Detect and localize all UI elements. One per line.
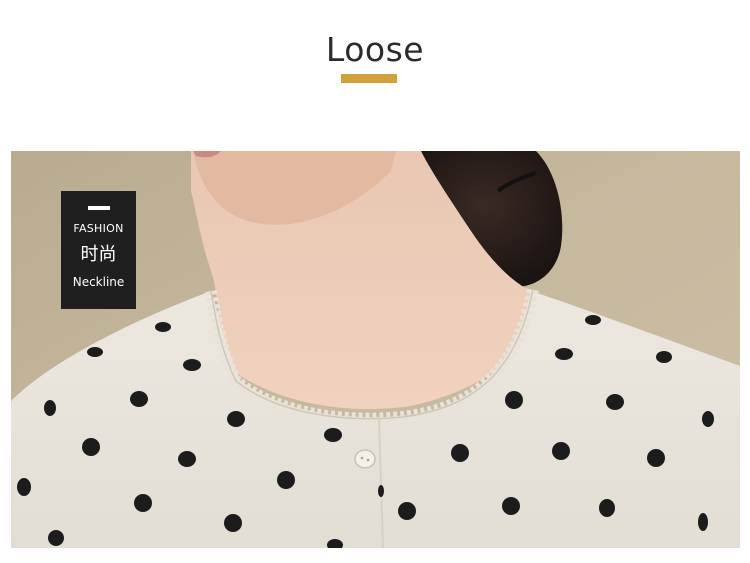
section-title: Loose [325,30,425,69]
badge-label-cn: 时尚 [80,244,117,265]
product-detail-section: Loose FASHION 时尚 Neckline [0,0,750,563]
badge-label-en: FASHION [73,222,124,235]
shirt-button [354,449,376,469]
badge-dash-icon [88,206,110,210]
title-underline [341,74,397,83]
fashion-badge: FASHION 时尚 Neckline [61,191,136,309]
badge-sublabel: Neckline [72,275,125,289]
